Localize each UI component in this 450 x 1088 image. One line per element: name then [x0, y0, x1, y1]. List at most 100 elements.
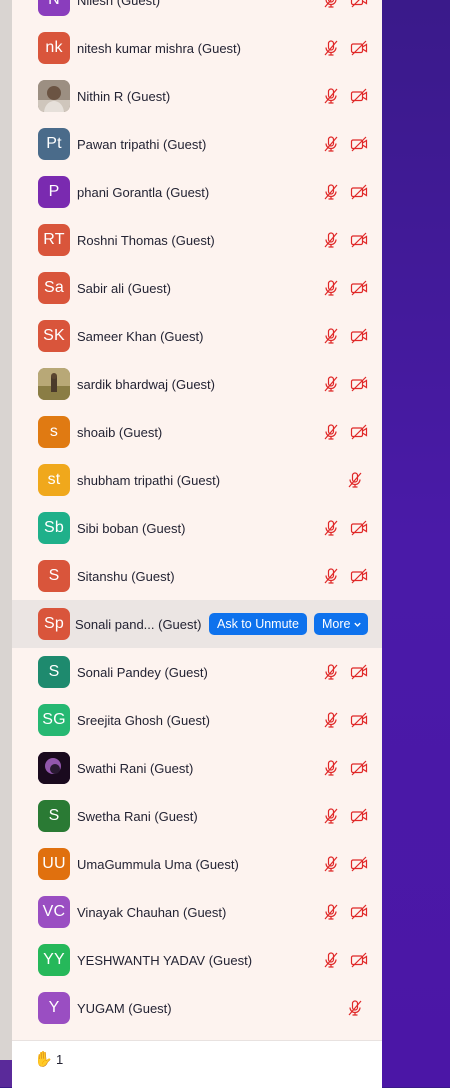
mic-muted-icon: [322, 663, 340, 681]
participant-name: Swetha Rani (Guest): [77, 808, 198, 824]
participant-row[interactable]: Y YUGAM (Guest): [12, 984, 382, 1032]
video-off-icon: [350, 39, 368, 57]
participant-status-icons: [346, 471, 364, 489]
participant-name: Nithin R (Guest): [77, 88, 171, 104]
raised-hand-count: 1: [56, 1052, 64, 1067]
participant-name: shubham tripathi (Guest): [77, 472, 221, 488]
participant-status-icons: [322, 87, 368, 105]
participant-status-icons: [322, 711, 368, 729]
mic-muted-icon: [322, 231, 340, 249]
participant-name: Sameer Khan (Guest): [77, 328, 204, 344]
avatar: SK: [38, 320, 70, 352]
video-off-icon: [350, 231, 368, 249]
participant-name: shoaib (Guest): [77, 424, 163, 440]
participant-row[interactable]: st shubham tripathi (Guest): [12, 456, 382, 504]
more-button[interactable]: More: [314, 613, 369, 635]
participant-row[interactable]: S Sitanshu (Guest): [12, 552, 382, 600]
participant-row[interactable]: Pt Pawan tripathi (Guest): [12, 120, 382, 168]
avatar: Pt: [38, 128, 70, 160]
video-off-icon: [350, 375, 368, 393]
participants-panel: N Nilesh (Guest) nk nitesh kumar mishra (Gu…: [12, 0, 382, 1087]
avatar: Sp: [38, 608, 70, 640]
avatar: [38, 368, 70, 400]
avatar: Sa: [38, 272, 70, 304]
mic-muted-icon: [322, 135, 340, 153]
participant-row[interactable]: YY YESHWANTH YADAV (Guest): [12, 936, 382, 984]
participant-name: Sonali Pandey (Guest): [77, 664, 208, 680]
participant-status-icons: [322, 327, 368, 345]
avatar: Y: [38, 992, 70, 1024]
mic-muted-icon: [322, 951, 340, 969]
participant-row[interactable]: Sa Sabir ali (Guest): [12, 264, 382, 312]
mic-muted-icon: [322, 0, 340, 9]
avatar: [38, 80, 70, 112]
mic-muted-icon: [322, 855, 340, 873]
participant-status-icons: [322, 39, 368, 57]
participant-status-icons: [322, 951, 368, 969]
participant-name: Sibi boban (Guest): [77, 520, 186, 536]
mic-muted-icon: [322, 567, 340, 585]
participant-status-icons: [322, 375, 368, 393]
mic-muted-icon: [322, 423, 340, 441]
mic-muted-icon: [322, 807, 340, 825]
avatar: UU: [38, 848, 70, 880]
mic-muted-icon: [322, 327, 340, 345]
participant-status-icons: [322, 903, 368, 921]
participant-row[interactable]: s shoaib (Guest): [12, 408, 382, 456]
avatar: S: [38, 656, 70, 688]
participant-name: nitesh kumar mishra (Guest): [77, 40, 241, 56]
avatar: P: [38, 176, 70, 208]
video-off-icon: [350, 759, 368, 777]
avatar: S: [38, 560, 70, 592]
participant-name: Sreejita Ghosh (Guest): [77, 712, 210, 728]
mic-muted-icon: [346, 471, 364, 489]
mic-muted-icon: [322, 279, 340, 297]
participant-row[interactable]: SG Sreejita Ghosh (Guest): [12, 696, 382, 744]
participant-row[interactable]: SK Sameer Khan (Guest): [12, 312, 382, 360]
participant-name: Roshni Thomas (Guest): [77, 232, 215, 248]
participant-row[interactable]: N Nilesh (Guest): [12, 0, 382, 24]
participant-row[interactable]: RT Roshni Thomas (Guest): [12, 216, 382, 264]
participant-name: Vinayak Chauhan (Guest): [77, 904, 227, 920]
participant-name: Sonali pand... (Guest): [75, 616, 202, 632]
mic-muted-icon: [346, 999, 364, 1017]
participant-row[interactable]: Pphani Gorantla (Guest): [12, 168, 382, 216]
video-off-icon: [350, 279, 368, 297]
participant-row[interactable]: sardik bhardwaj (Guest): [12, 360, 382, 408]
participant-row[interactable]: Nithin R (Guest): [12, 72, 382, 120]
participant-row[interactable]: Swathi Rani (Guest): [12, 744, 382, 792]
chevron-down-icon: [354, 622, 362, 627]
participant-row[interactable]: Sb Sibi boban (Guest): [12, 504, 382, 552]
participant-status-icons: [322, 279, 368, 297]
mic-muted-icon: [322, 183, 340, 201]
ask-to-unmute-button[interactable]: Ask to Unmute: [209, 613, 307, 635]
participant-row[interactable]: UU UmaGummula Uma (Guest): [12, 840, 382, 888]
avatar: YY: [38, 944, 70, 976]
mic-muted-icon: [322, 519, 340, 537]
participant-row[interactable]: S Sonali Pandey (Guest): [12, 648, 382, 696]
participant-name: Sitanshu (Guest): [77, 568, 175, 584]
avatar: RT: [38, 224, 70, 256]
avatar: S: [38, 800, 70, 832]
mic-muted-icon: [322, 375, 340, 393]
video-off-icon: [350, 663, 368, 681]
participant-row[interactable]: S Swetha Rani (Guest): [12, 792, 382, 840]
mic-muted-icon: [322, 711, 340, 729]
avatar: st: [38, 464, 70, 496]
participant-name: phani Gorantla (Guest): [77, 184, 210, 200]
background-window-strip: [0, 0, 12, 1087]
video-off-icon: [350, 903, 368, 921]
video-off-icon: [350, 183, 368, 201]
participant-name: Swathi Rani (Guest): [77, 760, 194, 776]
participant-status-icons: [322, 423, 368, 441]
participant-row[interactable]: Sp Sonali pand... (Guest) Ask to Unmute Mor…: [12, 600, 382, 648]
raised-hand-icon[interactable]: ✋: [34, 1050, 53, 1068]
participant-name: Nilesh (Guest): [77, 0, 161, 8]
participant-name: Pawan tripathi (Guest): [77, 136, 207, 152]
participant-row[interactable]: nk nitesh kumar mishra (Guest): [12, 24, 382, 72]
participants-footer: ✋ 1: [12, 1040, 382, 1088]
participant-status-icons: [322, 567, 368, 585]
participant-row[interactable]: VC Vinayak Chauhan (Guest): [12, 888, 382, 936]
avatar: VC: [38, 896, 70, 928]
avatar: SG: [38, 704, 70, 736]
